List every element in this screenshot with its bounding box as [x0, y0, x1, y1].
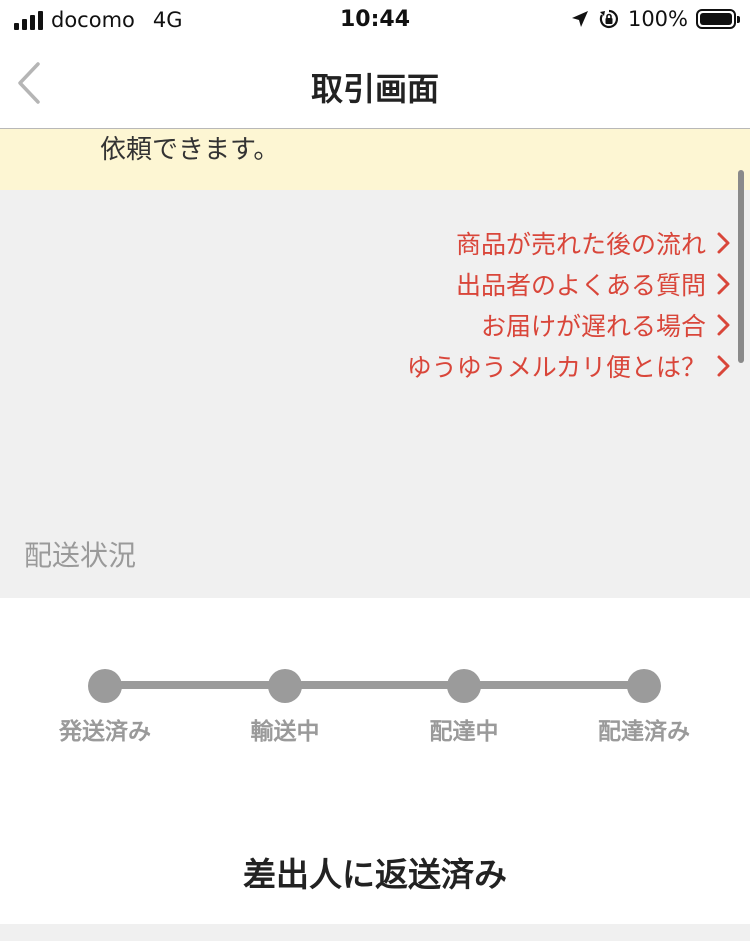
shipping-status-label: 配送状況 [24, 539, 137, 572]
step-label: 配達済み [598, 719, 690, 745]
status-right: 100% [570, 7, 740, 31]
link-label: 商品が売れた後の流れ [455, 229, 706, 259]
navigation-bar: 取引画面 [0, 42, 750, 129]
link-after-sale-flow[interactable]: 商品が売れた後の流れ [407, 222, 734, 263]
link-label: お届けが遅れる場合 [480, 311, 706, 341]
step-label: 輸送中 [250, 719, 320, 745]
link-seller-faq[interactable]: 出品者のよくある質問 [407, 263, 734, 304]
notice-banner: 依頼できます。 [0, 129, 750, 190]
link-delivery-delay[interactable]: お届けが遅れる場合 [407, 304, 734, 345]
link-yuyu-mercari-info[interactable]: ゆうゆうメルカリ便とは？ [407, 345, 734, 386]
step-dot [627, 669, 661, 703]
battery-percent: 100% [627, 7, 688, 31]
status-bar: docomo 4G 10:44 100% [0, 0, 750, 42]
scrollbar[interactable] [738, 170, 744, 363]
battery-icon [696, 9, 740, 29]
page-title: 取引画面 [310, 70, 439, 108]
shipping-progress-track [105, 681, 645, 689]
step-dot [268, 669, 302, 703]
step-label: 配達中 [429, 719, 499, 745]
link-label: ゆうゆうメルカリ便とは？ [406, 352, 706, 382]
notice-text: 依頼できます。 [100, 135, 280, 165]
chevron-right-icon [717, 232, 730, 253]
shipping-status-panel: 発送済み 輸送中 配達中 配達済み 差出人に返送済み [0, 598, 750, 924]
step-dot [447, 669, 481, 703]
help-links: 商品が売れた後の流れ 出品者のよくある質問 お届けが遅れる場合 ゆうゆうメルカリ… [407, 222, 734, 386]
rotation-lock-icon [599, 9, 618, 29]
chevron-right-icon [717, 355, 730, 376]
location-arrow-icon [571, 11, 588, 27]
shipping-result-status: 差出人に返送済み [243, 855, 507, 894]
chevron-right-icon [717, 273, 730, 294]
chevron-right-icon [717, 314, 730, 335]
step-label: 発送済み [59, 719, 151, 745]
link-label: 出品者のよくある質問 [455, 270, 706, 300]
step-dot [88, 669, 122, 703]
